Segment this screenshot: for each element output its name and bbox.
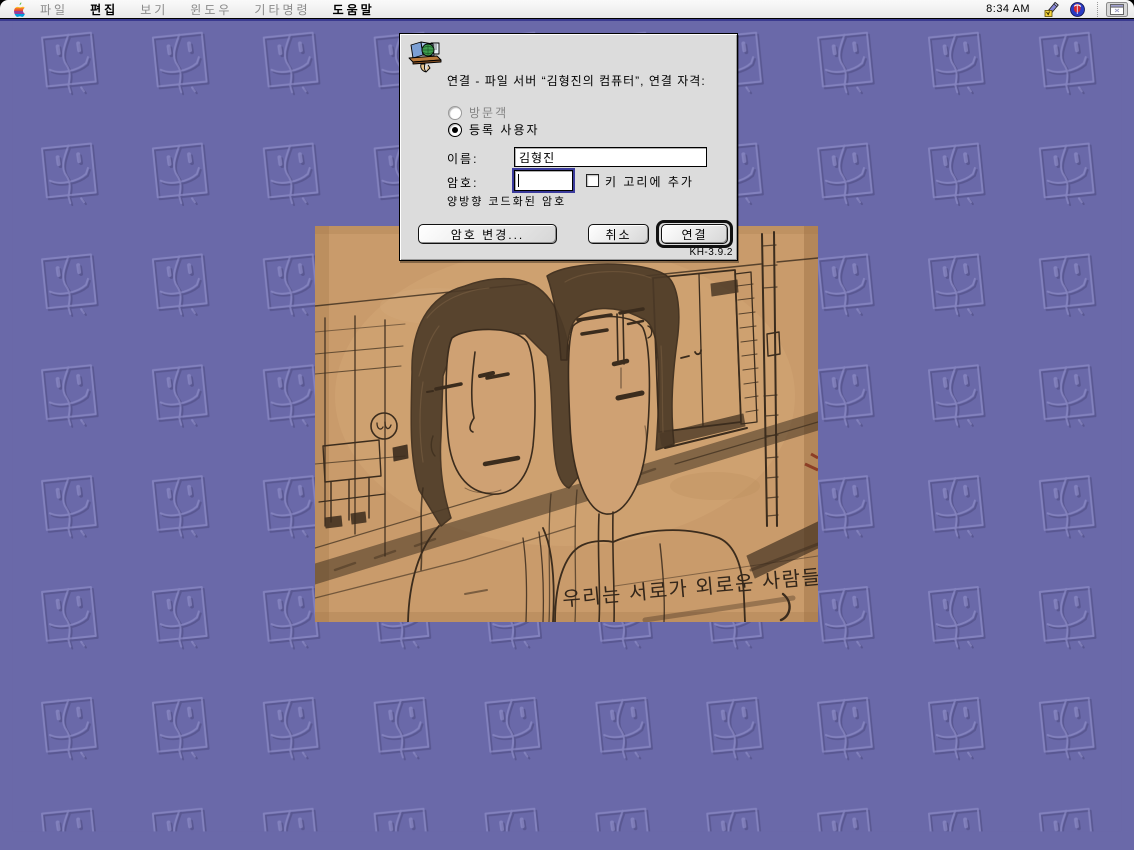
menu-help[interactable]: 도움말 [333,1,375,18]
cancel-button[interactable]: 취소 [588,224,649,244]
appleshare-file-server-icon [407,39,445,78]
add-to-keychain-label: 키 고리에 추가 [605,173,694,190]
radio-guest-circle [448,106,462,120]
menu-bar-right: 8:34 AM [986,0,1134,18]
add-to-keychain-checkbox[interactable] [586,174,599,187]
menu-view: 보기 [140,1,168,18]
application-menu-icon[interactable] [1070,2,1085,17]
radio-registered-user[interactable]: 등록 사용자 [448,121,540,138]
menu-bar-separator [1097,2,1098,17]
name-label: 이름: [447,150,478,167]
connect-button[interactable]: 연결 [661,224,728,244]
desktop-artwork-sketch: 우리는 서로가 외로운 사람들 [315,226,818,622]
menu-bar-shadow [0,19,1134,21]
encryption-note: 양방향 코드화된 암호 [447,193,566,209]
connect-to-server-dialog: 연결 - 파일 서버 “김형진의 컴퓨터”, 연결 자격: 방문객 등록 사용자… [399,33,738,261]
password-input[interactable] [514,170,573,191]
menu-edit[interactable]: 편집 [90,1,118,18]
menu-window: 윈도우 [190,1,232,18]
name-input[interactable] [514,147,707,167]
menu-special: 기타명령 [254,1,310,18]
text-caret [518,174,519,187]
client-version: KH-3.9.2 [690,247,733,258]
dialog-title: 연결 - 파일 서버 “김형진의 컴퓨터”, 연결 자격: [447,74,732,89]
app-switcher-icon[interactable] [1106,2,1128,17]
apple-menu-icon[interactable] [12,2,26,17]
password-label: 암호: [447,174,478,191]
menu-bar: 파일 편집 보기 윈도우 기타명령 도움말 8:34 AM [0,0,1134,19]
menu-file: 파일 [40,1,68,18]
radio-registered-circle[interactable] [448,123,462,137]
input-method-pencil-icon[interactable] [1044,1,1060,17]
radio-guest: 방문객 [448,104,508,121]
menu-bar-clock[interactable]: 8:34 AM [986,3,1030,15]
change-password-button[interactable]: 암호 변경... [418,224,557,244]
